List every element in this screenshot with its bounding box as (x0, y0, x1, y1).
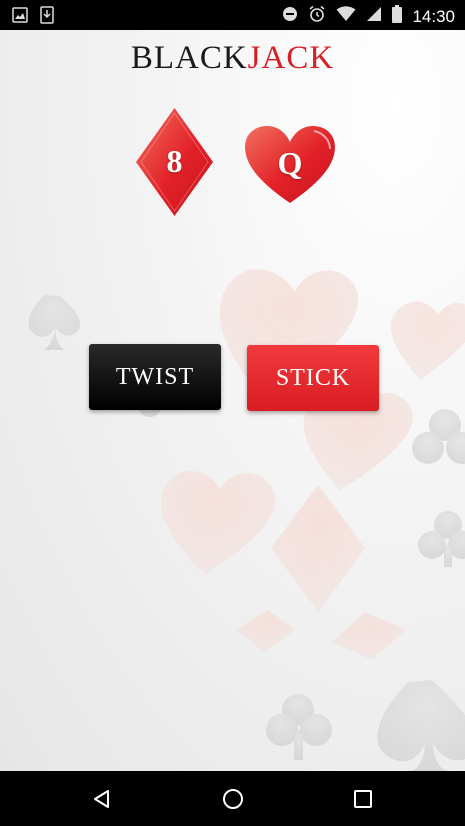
signal-icon (366, 6, 382, 27)
status-time: 14:30 (412, 6, 455, 26)
back-button[interactable] (72, 771, 132, 826)
battery-icon (392, 5, 403, 28)
home-icon (223, 788, 243, 809)
twist-button[interactable]: TWIST (89, 344, 221, 410)
recents-button[interactable] (333, 771, 393, 826)
status-right-icons: 14:30 (282, 5, 455, 28)
app-title: BLACKJACK (0, 38, 465, 78)
card-value: 8 (166, 143, 183, 179)
wifi-icon (336, 6, 356, 27)
twist-button-label: TWIST (115, 363, 195, 390)
card-value: Q (277, 145, 303, 181)
home-button[interactable] (203, 771, 263, 826)
alarm-icon (308, 5, 326, 28)
status-bar: 14:30 (0, 0, 465, 30)
player-card-heart: Q (244, 125, 336, 205)
background-suits-decoration (28, 269, 465, 771)
stick-button-label: STICK (275, 364, 351, 391)
stick-button[interactable]: STICK (247, 345, 379, 411)
image-icon (12, 7, 28, 28)
do-not-disturb-icon (282, 6, 298, 27)
navigation-bar (0, 771, 465, 826)
player-card-diamond: 8 (135, 107, 214, 217)
title-black-part: BLACK (130, 40, 248, 76)
recents-icon (354, 789, 372, 808)
status-left-icons (12, 6, 54, 29)
download-icon (40, 6, 54, 29)
game-screen: BLACKJACK 8 Q TWIST STICK (0, 30, 465, 771)
title-red-part: JACK (247, 40, 335, 76)
back-icon (94, 789, 109, 808)
